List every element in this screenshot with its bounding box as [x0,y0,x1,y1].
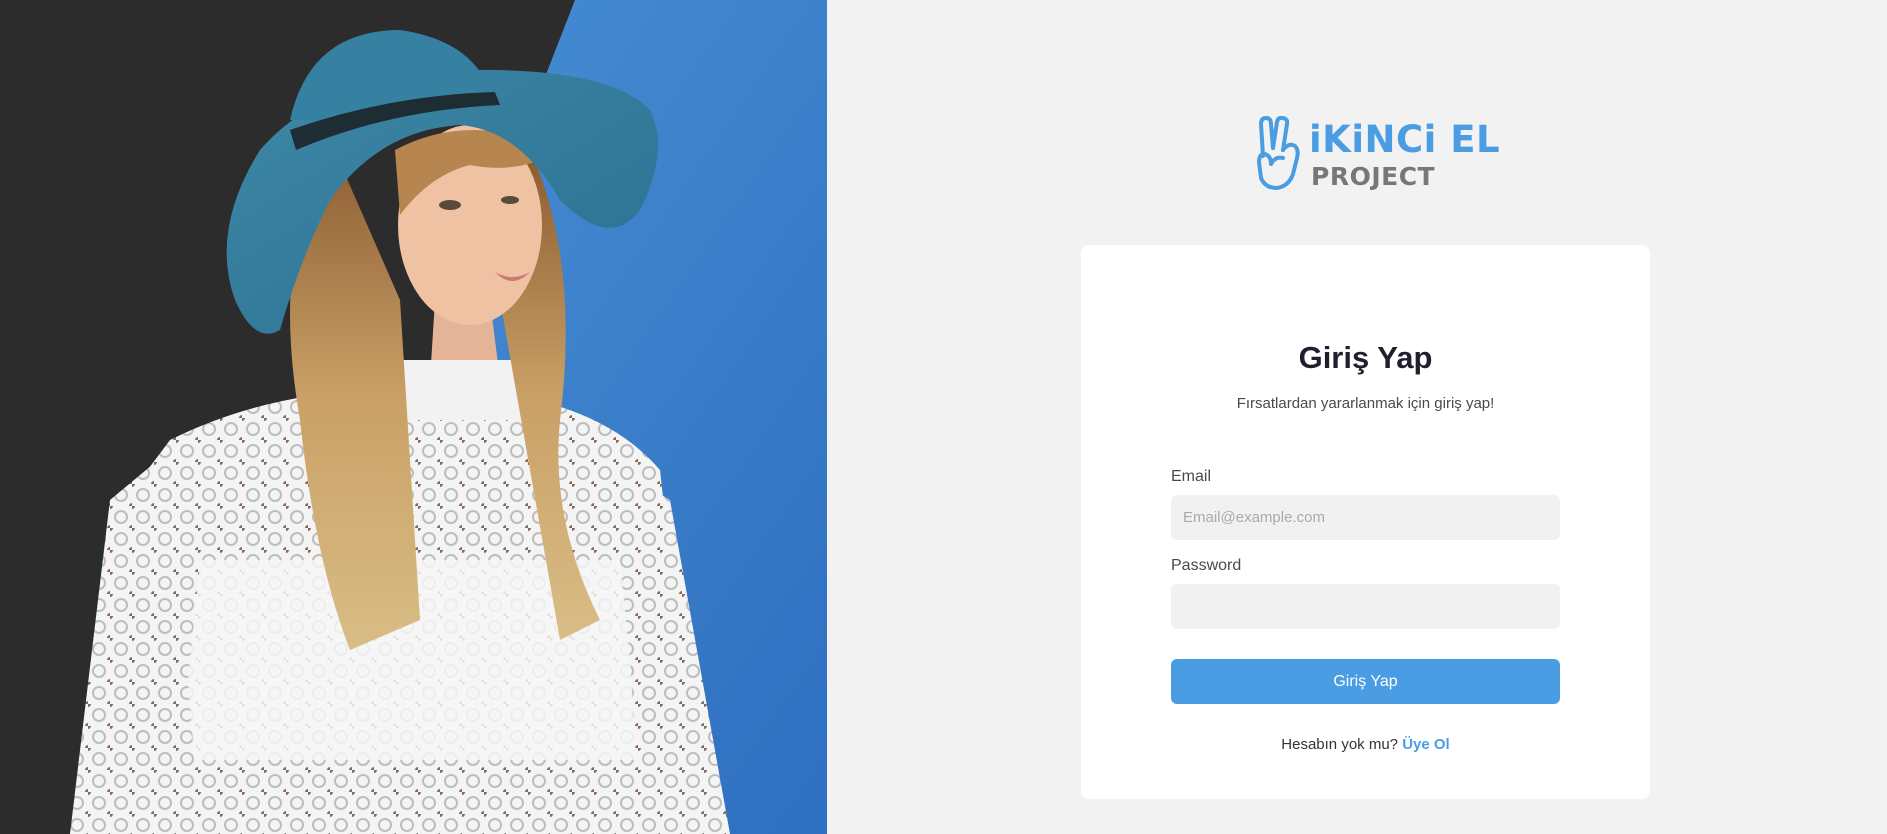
logo-title: iKiNCi EL [1309,118,1501,161]
hero-panel [0,0,827,834]
page-subtitle: Fırsatlardan yararlanmak için giriş yap! [1236,395,1495,412]
login-card: Giriş Yap Fırsatlardan yararlanmak için … [1081,245,1650,799]
peace-hand-icon [1257,116,1300,190]
brand-logo[interactable]: iKiNCi EL PROJECT [1253,116,1500,192]
signup-link[interactable]: Üye Ol [1402,736,1450,753]
password-field[interactable] [1171,584,1560,629]
login-submit-button[interactable]: Giriş Yap [1171,659,1560,704]
logo-subtitle: PROJECT [1311,162,1436,191]
email-label: Email [1171,468,1212,485]
signup-prompt-text: Hesabın yok mu? [1281,736,1399,753]
email-field[interactable] [1171,495,1560,540]
hero-model-photo [70,30,730,834]
signup-prompt: Hesabın yok mu? Üye Ol [1081,736,1650,753]
page-title: Giriş Yap [1298,340,1433,375]
password-label: Password [1171,557,1242,574]
